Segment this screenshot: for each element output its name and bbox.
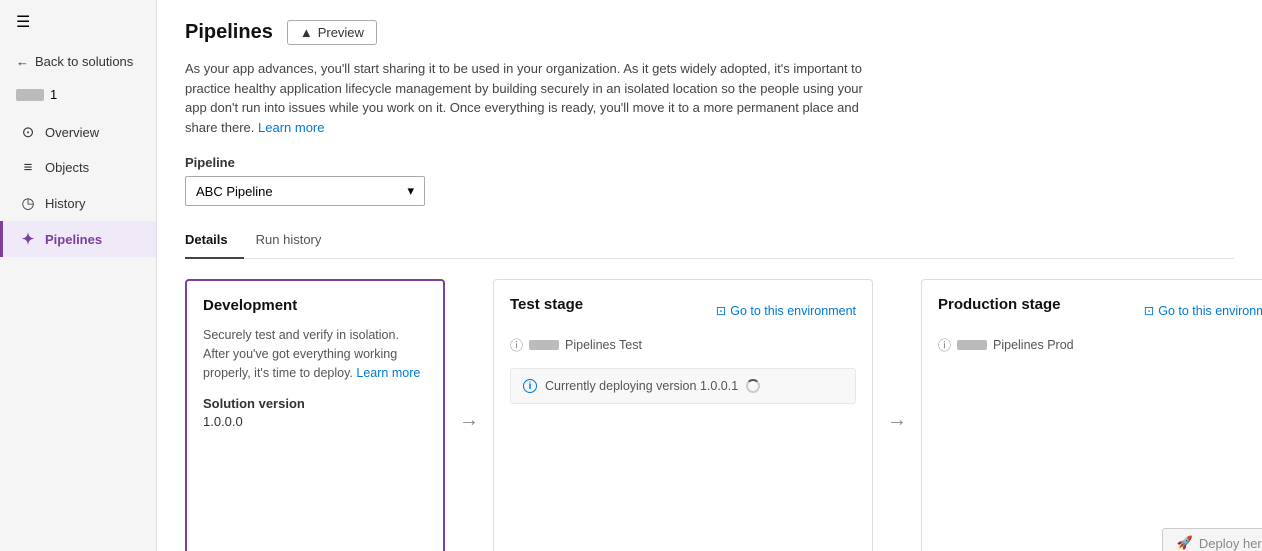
page-header: Pipelines ▲ Preview [185, 20, 1234, 45]
sidebar-item-pipelines[interactable]: ✦ Pipelines [0, 221, 156, 257]
test-go-to-environment-link[interactable]: ⊡ Go to this environment [716, 303, 856, 318]
sidebar-item-label: Objects [45, 160, 89, 175]
deploy-spinner [746, 379, 760, 393]
stages-container: Development Securely test and verify in … [185, 279, 1234, 551]
back-arrow-icon: ← [16, 54, 29, 69]
production-stage-card: Production stage ⊡ Go to this environmen… [921, 279, 1262, 551]
prod-env-row: ⓘ Pipelines Prod [938, 335, 1262, 354]
sidebar-item-label: Pipelines [45, 232, 102, 247]
hamburger-menu[interactable]: ☰ [0, 0, 156, 44]
development-stage-card: Development Securely test and verify in … [185, 279, 445, 551]
tab-details[interactable]: Details [185, 224, 244, 259]
deploy-status-text: Currently deploying version 1.0.0.1 [545, 379, 738, 393]
test-stage-card: Test stage ⊡ Go to this environment ⓘ Pi… [493, 279, 873, 551]
test-go-to-env-label: Go to this environment [730, 304, 856, 318]
external-link-icon: ⊡ [716, 303, 726, 318]
tabs-container: Details Run history [185, 224, 1234, 259]
back-to-solutions-link[interactable]: ← Back to solutions [0, 44, 156, 79]
info-icon: ⓘ [510, 335, 523, 354]
history-icon: ◷ [19, 194, 37, 212]
prod-stage-header: Production stage ⊡ Go to this environmen… [938, 296, 1262, 325]
solution-version-value: 1.0.0.0 [203, 414, 427, 429]
test-deploy-btn-row: 🚀 Deploy here [510, 412, 856, 551]
sidebar-item-label: Overview [45, 125, 99, 140]
sidebar: ☰ ← Back to solutions 1 ⊙ Overview ≡ Obj… [0, 0, 157, 551]
user-number: 1 [50, 87, 57, 102]
info-circle-icon: i [523, 379, 537, 393]
test-env-name: Pipelines Test [565, 338, 642, 352]
prod-go-to-environment-link[interactable]: ⊡ Go to this environment [1144, 303, 1262, 318]
main-content: Pipelines ▲ Preview As your app advances… [157, 0, 1262, 551]
tab-run-history[interactable]: Run history [256, 224, 338, 259]
test-stage-title: Test stage [510, 296, 583, 313]
info-icon: ⓘ [938, 335, 951, 354]
pipeline-dropdown[interactable]: ABC Pipeline ▾ [185, 176, 425, 206]
pipeline-dropdown-value: ABC Pipeline [196, 184, 273, 199]
solution-version-label: Solution version [203, 396, 427, 411]
prod-deploy-btn-row: 🚀 Deploy here [938, 368, 1262, 551]
arrow-dev-to-test: → [445, 279, 493, 432]
user-avatar [16, 89, 44, 101]
test-env-avatar [529, 340, 559, 350]
sidebar-item-history[interactable]: ◷ History [0, 185, 156, 221]
test-env-row: ⓘ Pipelines Test [510, 335, 856, 354]
prod-env-avatar [957, 340, 987, 350]
sidebar-item-objects[interactable]: ≡ Objects [0, 150, 156, 185]
prod-env-name: Pipelines Prod [993, 338, 1074, 352]
page-title: Pipelines [185, 21, 273, 44]
back-label: Back to solutions [35, 54, 133, 69]
preview-icon: ▲ [300, 25, 313, 40]
chevron-down-icon: ▾ [407, 183, 414, 199]
arrow-test-to-prod: → [873, 279, 921, 432]
prod-go-to-env-label: Go to this environment [1158, 304, 1262, 318]
test-deploy-status: i Currently deploying version 1.0.0.1 [510, 368, 856, 404]
test-stage-header: Test stage ⊡ Go to this environment [510, 296, 856, 325]
pipelines-icon: ✦ [19, 230, 37, 248]
pipeline-label: Pipeline [185, 155, 1234, 170]
prod-deploy-label: Deploy here [1199, 536, 1262, 551]
sidebar-item-label: History [45, 196, 85, 211]
development-learn-more-link[interactable]: Learn more [356, 366, 420, 380]
development-stage-title: Development [203, 297, 427, 314]
external-link-icon: ⊡ [1144, 303, 1154, 318]
prod-stage-title: Production stage [938, 296, 1061, 313]
sidebar-item-overview[interactable]: ⊙ Overview [0, 114, 156, 150]
sidebar-nav: ⊙ Overview ≡ Objects ◷ History ✦ Pipelin… [0, 114, 156, 257]
rocket-icon: 🚀 [1177, 535, 1193, 551]
overview-icon: ⊙ [19, 123, 37, 141]
objects-icon: ≡ [19, 159, 37, 176]
prod-deploy-button[interactable]: 🚀 Deploy here [1162, 528, 1262, 551]
page-description: As your app advances, you'll start shari… [185, 59, 865, 137]
preview-label: Preview [318, 25, 364, 40]
learn-more-link[interactable]: Learn more [258, 120, 324, 135]
preview-button[interactable]: ▲ Preview [287, 20, 377, 45]
user-info: 1 [0, 79, 156, 110]
development-stage-description: Securely test and verify in isolation. A… [203, 326, 427, 382]
